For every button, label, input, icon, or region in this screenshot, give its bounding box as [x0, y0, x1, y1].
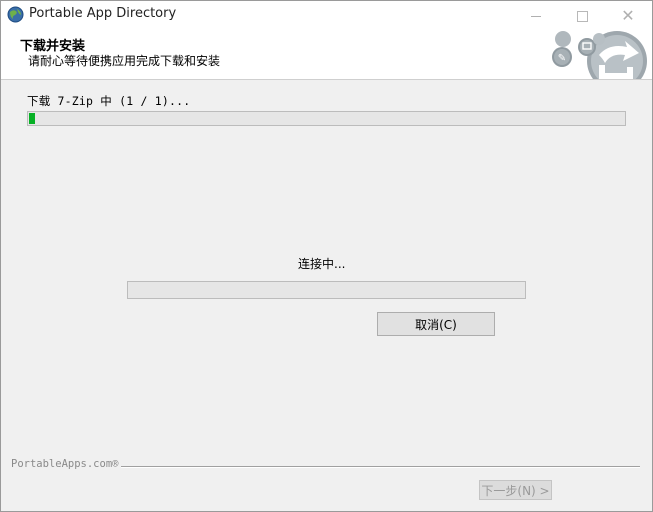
- window-title: Portable App Directory: [29, 6, 177, 21]
- connection-progress-bar: [127, 281, 526, 299]
- minimize-icon: [531, 15, 541, 17]
- svg-text:✎: ✎: [558, 53, 566, 64]
- minimize-button[interactable]: [513, 1, 559, 31]
- globe-icon: [7, 6, 24, 23]
- title-bar[interactable]: Portable App Directory ✕: [1, 1, 652, 31]
- maximize-icon: [576, 10, 588, 22]
- portableapps-logo: ✎: [552, 31, 647, 79]
- close-button[interactable]: ✕: [605, 1, 651, 31]
- footer-brand: PortableApps.com®: [11, 458, 119, 470]
- header-banner: 下载并安装 请耐心等待便携应用完成下载和安装 ✎: [1, 31, 652, 80]
- close-icon: ✕: [621, 6, 635, 25]
- installer-window: Portable App Directory ✕ 下载并安装 请耐心等待便携应用…: [0, 0, 653, 512]
- download-progress-fill: [29, 113, 35, 124]
- footer-divider: [121, 466, 640, 468]
- maximize-button[interactable]: [559, 1, 605, 31]
- next-button[interactable]: 下一步(N) >: [479, 480, 552, 500]
- download-progress-bar: [27, 111, 626, 126]
- page-subtitle: 请耐心等待便携应用完成下载和安装: [28, 54, 221, 68]
- cancel-button[interactable]: 取消(C): [377, 312, 495, 336]
- download-status-text: 下载 7-Zip 中 (1 / 1)...: [27, 94, 191, 108]
- connection-status-text: 连接中...: [298, 257, 346, 271]
